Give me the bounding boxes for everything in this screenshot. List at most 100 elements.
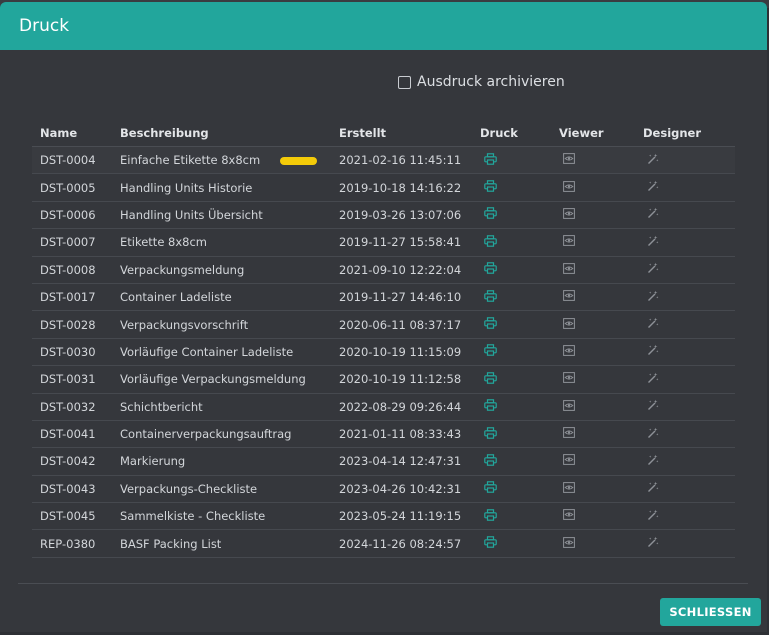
cell-name: DST-0005 xyxy=(32,173,112,202)
eye-icon[interactable] xyxy=(563,235,575,247)
eye-icon[interactable] xyxy=(563,262,575,274)
table-row[interactable]: DST-0007 Etikette 8x8cm 2019-11-27 15:58:4… xyxy=(32,228,735,257)
eye-icon[interactable] xyxy=(563,427,575,438)
cell-created: 2019-10-18 14:16:22 xyxy=(331,173,472,202)
cell-name: DST-0017 xyxy=(32,283,112,312)
printer-icon[interactable] xyxy=(484,481,497,494)
eye-icon[interactable] xyxy=(563,208,575,219)
eye-icon[interactable] xyxy=(563,153,575,165)
printer-icon[interactable] xyxy=(484,426,497,439)
printer-icon[interactable] xyxy=(484,536,497,548)
table-row[interactable]: DST-0008 Verpackungsmeldung 2021-09-10 12:… xyxy=(32,256,735,284)
column-header-description[interactable]: Beschreibung xyxy=(112,120,331,147)
printer-icon[interactable] xyxy=(484,372,497,384)
cell-description: Markierung xyxy=(112,447,331,476)
printer-icon[interactable] xyxy=(484,399,497,412)
cell-created: 2021-09-10 12:22:04 xyxy=(331,256,472,284)
cell-description: Vorläufige Verpackungsmeldung xyxy=(112,365,331,394)
printer-icon[interactable] xyxy=(484,262,497,275)
print-dialog: Druck Ausdruck archivieren Name Beschrei… xyxy=(0,2,767,632)
eye-icon[interactable] xyxy=(563,180,575,192)
eye-icon[interactable] xyxy=(563,399,575,411)
table-row[interactable]: DST-0042 Markierung 2023-04-14 12:47:31 xyxy=(32,447,735,476)
printer-icon[interactable] xyxy=(484,180,497,192)
printer-icon[interactable] xyxy=(484,454,497,466)
magic-wand-icon[interactable] xyxy=(647,235,659,247)
table-row[interactable]: DST-0032 Schichtbericht 2022-08-29 09:26:4… xyxy=(32,393,735,421)
description-text: Vorläufige Verpackungsmeldung xyxy=(120,372,306,387)
printer-icon[interactable] xyxy=(484,235,497,247)
column-header-created[interactable]: Erstellt xyxy=(331,120,472,147)
table-row[interactable]: DST-0028 Verpackungsvorschrift 2020-06-11 … xyxy=(32,310,735,339)
table-row[interactable]: DST-0045 Sammelkiste - Checkliste 2023-05-… xyxy=(32,502,735,531)
table-row[interactable]: DST-0031 Vorläufige Verpackungsmeldung 202… xyxy=(32,365,735,394)
printer-icon[interactable] xyxy=(484,508,497,521)
archive-print-checkbox-row[interactable]: Ausdruck archivieren xyxy=(398,74,565,90)
cell-description: Verpackungsmeldung xyxy=(112,256,331,284)
cell-print xyxy=(472,475,551,504)
archive-print-checkbox[interactable] xyxy=(398,75,411,89)
cell-print xyxy=(472,173,551,202)
cell-viewer xyxy=(551,146,635,175)
printer-icon[interactable] xyxy=(484,207,497,220)
column-header-name[interactable]: Name xyxy=(32,120,112,147)
table-row[interactable]: DST-0041 Containerverpackungsauftrag 2021-… xyxy=(32,420,735,449)
magic-wand-icon[interactable] xyxy=(647,262,659,274)
table-row[interactable]: DST-0006 Handling Units Übersicht 2019-03-… xyxy=(32,201,735,230)
cell-name: DST-0045 xyxy=(32,502,112,531)
cell-print xyxy=(472,529,551,558)
magic-wand-icon[interactable] xyxy=(647,153,659,165)
cell-description: Verpackungsvorschrift xyxy=(112,310,331,339)
magic-wand-icon[interactable] xyxy=(647,509,659,521)
cell-description: Containerverpackungsauftrag xyxy=(112,420,331,449)
cell-print xyxy=(472,228,551,257)
eye-icon[interactable] xyxy=(563,454,575,466)
magic-wand-icon[interactable] xyxy=(647,454,659,466)
eye-icon[interactable] xyxy=(563,481,575,493)
magic-wand-icon[interactable] xyxy=(647,372,659,384)
footer-divider xyxy=(18,583,748,584)
magic-wand-icon[interactable] xyxy=(647,481,659,493)
magic-wand-icon[interactable] xyxy=(647,344,659,356)
cell-description: Handling Units Übersicht xyxy=(112,201,331,230)
magic-wand-icon[interactable] xyxy=(647,317,659,329)
magic-wand-icon[interactable] xyxy=(647,180,659,192)
cell-designer xyxy=(635,338,735,367)
dialog-header: Druck xyxy=(0,2,767,50)
table-row[interactable]: REP-0380 BASF Packing List 2024-11-26 08:2… xyxy=(32,529,735,558)
magic-wand-icon[interactable] xyxy=(647,536,659,548)
printer-icon[interactable] xyxy=(484,152,497,165)
eye-icon[interactable] xyxy=(563,372,575,384)
magic-wand-icon[interactable] xyxy=(647,207,659,219)
printer-icon[interactable] xyxy=(484,344,497,357)
eye-icon[interactable] xyxy=(563,509,575,521)
dialog-title: Druck xyxy=(19,16,70,36)
cell-created: 2019-11-27 15:58:41 xyxy=(331,228,472,257)
cell-viewer xyxy=(551,365,635,394)
description-text: Verpackungs-Checkliste xyxy=(120,481,258,496)
table-row[interactable]: DST-0030 Vorläufige Container Ladeliste 20… xyxy=(32,338,735,367)
table-row[interactable]: DST-0005 Handling Units Historie 2019-10-1… xyxy=(32,173,735,202)
table-row[interactable]: DST-0043 Verpackungs-Checkliste 2023-04-26… xyxy=(32,475,735,504)
magic-wand-icon[interactable] xyxy=(647,290,659,302)
table-row[interactable]: DST-0004 Einfache Etikette 8x8cm 2021-02-1… xyxy=(32,146,735,175)
eye-icon[interactable] xyxy=(563,536,575,548)
eye-icon[interactable] xyxy=(563,290,575,302)
cell-name: DST-0007 xyxy=(32,228,112,257)
cell-name: DST-0032 xyxy=(32,393,112,421)
cell-viewer xyxy=(551,201,635,230)
close-button[interactable]: SCHLIESSEN xyxy=(660,598,761,626)
description-text: Container Ladeliste xyxy=(120,290,232,305)
printer-icon[interactable] xyxy=(484,289,497,302)
printer-icon[interactable] xyxy=(484,317,497,329)
cell-viewer xyxy=(551,310,635,339)
eye-icon[interactable] xyxy=(563,317,575,329)
cell-viewer xyxy=(551,447,635,476)
cell-created: 2023-04-26 10:42:31 xyxy=(331,475,472,504)
cell-description: Einfache Etikette 8x8cm xyxy=(112,146,331,175)
magic-wand-icon[interactable] xyxy=(647,427,659,439)
magic-wand-icon[interactable] xyxy=(647,399,659,411)
cell-designer xyxy=(635,201,735,230)
table-row[interactable]: DST-0017 Container Ladeliste 2019-11-27 14… xyxy=(32,283,735,312)
eye-icon[interactable] xyxy=(563,345,575,356)
